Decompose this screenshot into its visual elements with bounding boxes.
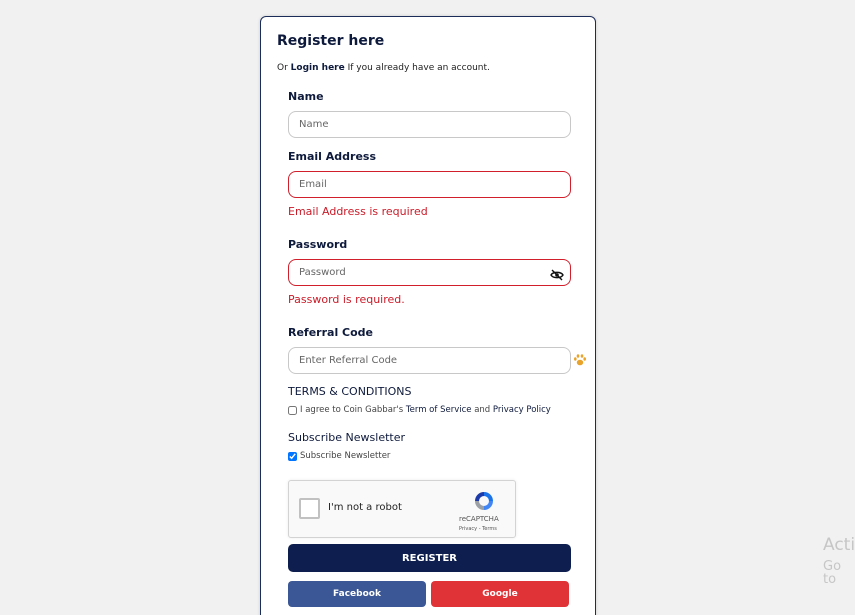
newsletter-heading: Subscribe Newsletter [288,431,406,444]
watermark-line1: Acti [823,535,855,555]
privacy-policy-link[interactable]: Privacy Policy [493,405,551,415]
terms-row: I agree to Coin Gabbar's Term of Service… [288,405,551,415]
term-of-service-link[interactable]: Term of Service [406,405,472,415]
password-label: Password [288,238,348,251]
email-error: Email Address is required [288,205,428,218]
windows-activation-watermark: Acti Go to [823,535,855,587]
name-label: Name [288,90,324,103]
email-label: Email Address [288,150,377,163]
login-prompt-suffix: If you already have an account. [347,63,490,73]
newsletter-row: Subscribe Newsletter [288,451,390,461]
recaptcha-brand: reCAPTCHA [459,515,499,523]
referral-label: Referral Code [288,326,374,339]
newsletter-checkbox[interactable] [288,451,297,461]
terms-heading: TERMS & CONDITIONS [288,385,412,398]
terms-checkbox[interactable] [288,405,297,415]
password-input[interactable] [288,259,571,286]
recaptcha-widget: I'm not a robot reCAPTCHA Privacy - Term… [288,480,516,538]
login-prompt: Or Login here If you already have an acc… [277,63,490,73]
terms-text: I agree to Coin Gabbar's [300,405,404,415]
register-card: Register here Or Login here If you alrea… [260,16,596,615]
referral-input[interactable] [288,347,571,374]
name-input[interactable] [288,111,571,138]
register-button[interactable]: REGISTER [288,544,571,572]
recaptcha-checkbox[interactable] [299,498,320,519]
google-button[interactable]: Google [431,581,569,607]
paw-icon [573,352,587,366]
login-link[interactable]: Login here [291,63,345,73]
login-prompt-prefix: Or [277,63,288,73]
recaptcha-links[interactable]: Privacy - Terms [459,526,497,532]
terms-and: and [474,405,491,415]
newsletter-checkbox-label: Subscribe Newsletter [300,451,391,461]
watermark-line2: Go to [823,559,842,587]
recaptcha-logo-icon [472,489,496,513]
password-error: Password is required. [288,293,405,306]
eye-slash-icon[interactable] [550,266,564,281]
form-title: Register here [277,33,385,49]
email-input[interactable] [288,171,571,198]
recaptcha-label: I'm not a robot [328,502,402,513]
facebook-button[interactable]: Facebook [288,581,426,607]
